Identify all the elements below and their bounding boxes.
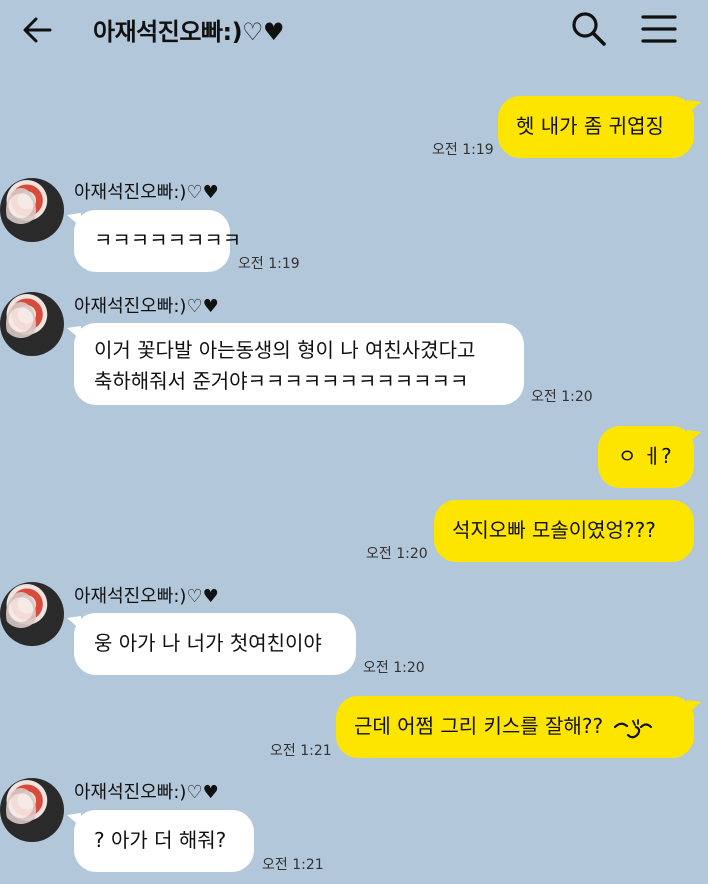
their-message-bubble[interactable]: ㅋㅋㅋㅋㅋㅋㅋㅋ: [74, 210, 241, 272]
my-message-bubble[interactable]: 석지오빠 모솔이였엉???: [434, 500, 694, 562]
their-message-bubble[interactable]: ? 아가 더 해줘?: [74, 810, 254, 872]
sender-avatar[interactable]: [0, 292, 64, 356]
bubble-tail: [67, 616, 81, 630]
message-time: 오전 1:19: [238, 256, 300, 272]
search-icon[interactable]: [570, 10, 608, 48]
message-text: 헷 내가 좀 귀엽징: [516, 114, 664, 138]
message-time: 오전 1:19: [432, 142, 494, 158]
message-text: 석지오빠 모솔이였엉???: [452, 518, 656, 542]
message-text: ㅋㅋㅋㅋㅋㅋㅋㅋ: [94, 228, 242, 252]
their-message-bubble[interactable]: 웅 아가 나 너가 첫여친이야: [74, 613, 356, 675]
chat-header: 아재석진오빠:)♡♥: [0, 0, 708, 60]
sender-avatar[interactable]: [0, 178, 64, 242]
bubble-tail: [67, 813, 81, 827]
message-time: 오전 1:21: [270, 743, 332, 759]
sender-name: 아재석진오빠:)♡♥: [74, 782, 219, 803]
chat-title: 아재석진오빠:)♡♥: [93, 18, 285, 46]
bubble-tail: [67, 326, 81, 340]
message-text: 근데 어쩜 그리 키스를 잘해??: [354, 714, 604, 738]
bubble-tail: [687, 700, 701, 714]
sender-name: 아재석진오빠:)♡♥: [74, 586, 219, 607]
my-message-bubble[interactable]: ㅇ ㅔ?: [598, 426, 694, 488]
message-time: 오전 1:20: [366, 546, 428, 562]
back-arrow-icon[interactable]: [20, 12, 56, 48]
bubble-tail: [67, 213, 81, 227]
bubble-tail: [687, 430, 701, 444]
message-text: 웅 아가 나 너가 첫여친이야: [94, 631, 322, 655]
blush-doodle-icon: [614, 718, 653, 738]
sender-name: 아재석진오빠:)♡♥: [74, 182, 219, 203]
message-text: ㅇ ㅔ?: [618, 444, 672, 468]
message-text: ? 아가 더 해줘?: [94, 828, 227, 852]
their-message-bubble[interactable]: 이거 꽃다발 아는동생의 형이 나 여친사겼다고 축하해줘서 준거야ㅋㅋㅋㅋㅋㅋ…: [74, 323, 524, 405]
message-time: 오전 1:21: [262, 857, 324, 873]
message-time: 오전 1:20: [363, 660, 425, 676]
message-text-line: 이거 꽃다발 아는동생의 형이 나 여친사겼다고: [94, 338, 476, 362]
hamburger-menu-icon[interactable]: [640, 12, 678, 46]
sender-avatar[interactable]: [0, 778, 64, 842]
my-message-bubble[interactable]: 헷 내가 좀 귀엽징: [498, 96, 694, 158]
message-time: 오전 1:20: [531, 389, 593, 405]
bubble-tail: [687, 100, 701, 114]
sender-avatar[interactable]: [0, 582, 64, 646]
message-text-line: 축하해줘서 준거야ㅋㅋㅋㅋㅋㅋㅋㅋㅋㅋㅋㅋ: [94, 369, 469, 393]
my-message-bubble[interactable]: 근데 어쩜 그리 키스를 잘해??: [336, 696, 694, 758]
sender-name: 아재석진오빠:)♡♥: [74, 296, 219, 317]
